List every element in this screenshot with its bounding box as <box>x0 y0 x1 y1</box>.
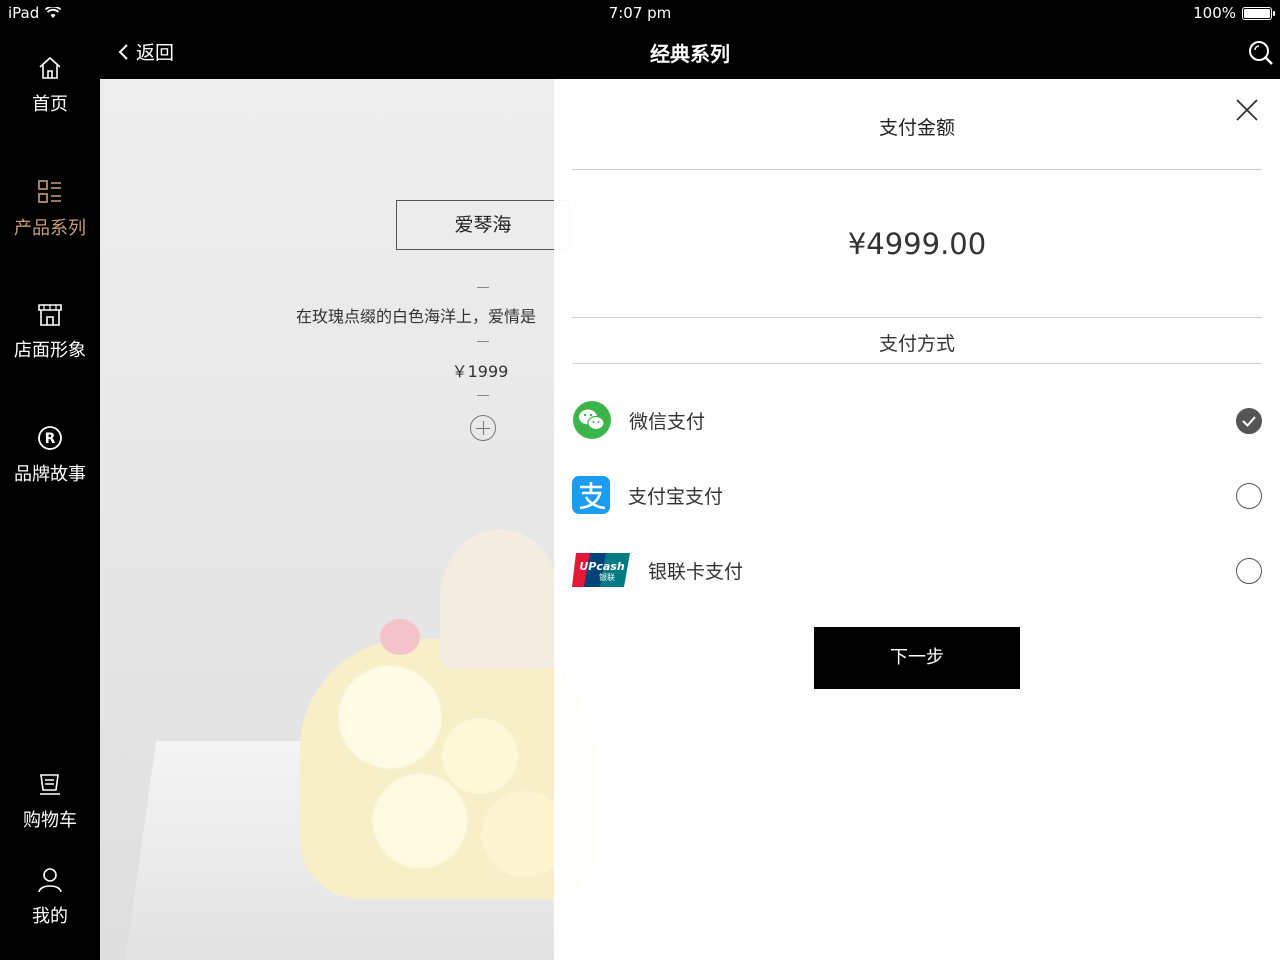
status-time: 7:07 pm <box>608 4 672 22</box>
sidebar-item-brand-story[interactable]: R 品牌故事 <box>0 424 100 486</box>
top-bar: 返回 经典系列 <box>100 26 1280 79</box>
payment-radio[interactable] <box>1236 483 1262 509</box>
svg-text:银联: 银联 <box>599 572 615 582</box>
sidebar-item-label: 品牌故事 <box>14 464 86 485</box>
svg-text:R: R <box>45 431 56 447</box>
alipay-icon <box>572 476 610 514</box>
payment-panel: 支付金额 ¥4999.00 支付方式 微信支付 支付宝支付 UPcash 银联 … <box>554 79 1280 960</box>
sidebar-item-label: 购物车 <box>23 810 77 831</box>
divider <box>477 395 489 396</box>
user-icon <box>38 868 62 893</box>
battery-icon <box>1242 6 1275 20</box>
divider <box>572 317 1262 318</box>
divider <box>477 287 489 288</box>
payment-option-label: 支付宝支付 <box>628 486 724 508</box>
search-icon[interactable] <box>1246 38 1276 68</box>
next-step-button[interactable]: 下一步 <box>814 627 1020 689</box>
sidebar-item-label: 产品系列 <box>14 218 86 239</box>
unionpay-icon: UPcash 银联 <box>572 553 630 587</box>
cart-icon <box>40 774 60 795</box>
sidebar-item-cart[interactable]: 购物车 <box>0 770 100 832</box>
payment-title: 支付金额 <box>878 117 955 139</box>
wechat-pay-icon <box>573 401 611 439</box>
payment-method-label: 支付方式 <box>878 333 955 355</box>
store-icon <box>38 304 62 326</box>
payment-option-label: 微信支付 <box>629 411 706 433</box>
sidebar-item-products[interactable]: 产品系列 <box>0 178 100 240</box>
sidebar-item-label: 店面形象 <box>14 340 86 361</box>
product-grid-icon <box>38 180 61 203</box>
sidebar-item-label: 我的 <box>32 906 68 927</box>
status-right: 100% <box>1193 4 1275 22</box>
sidebar: 首页 产品系列 店面形象 R 品牌故事 购物车 我的 <box>0 26 100 960</box>
product-photo-swan-decoration <box>440 529 560 669</box>
product-photo-rose-decoration <box>380 619 420 655</box>
payment-option-alipay[interactable]: 支付宝支付 <box>572 465 1262 525</box>
product-name: 爱琴海 <box>396 200 570 250</box>
divider <box>572 169 1262 170</box>
sidebar-item-label: 首页 <box>32 94 68 115</box>
registered-trademark-icon: R <box>38 426 62 450</box>
payment-option-unionpay[interactable]: UPcash 银联 银联卡支付 <box>572 540 1262 600</box>
divider <box>477 341 489 342</box>
product-price: ￥1999 <box>451 362 509 381</box>
unionpay-logo-text: UPcash <box>579 560 624 573</box>
battery-percentage: 100% <box>1193 4 1236 22</box>
add-to-cart-button[interactable] <box>470 415 496 441</box>
home-icon <box>39 56 61 79</box>
sidebar-item-me[interactable]: 我的 <box>0 866 100 928</box>
checkmark-icon <box>1242 416 1256 427</box>
page-title: 经典系列 <box>650 42 730 66</box>
payment-amount: ¥4999.00 <box>847 227 987 261</box>
payment-option-label: 银联卡支付 <box>648 561 744 583</box>
payment-radio-selected[interactable] <box>1236 408 1262 434</box>
status-bar: iPad 7:07 pm 100% <box>0 0 1280 26</box>
sidebar-item-store[interactable]: 店面形象 <box>0 300 100 362</box>
payment-radio[interactable] <box>1236 558 1262 584</box>
divider <box>572 363 1262 364</box>
payment-option-wechat[interactable]: 微信支付 <box>572 390 1262 450</box>
sidebar-item-home[interactable]: 首页 <box>0 54 100 116</box>
